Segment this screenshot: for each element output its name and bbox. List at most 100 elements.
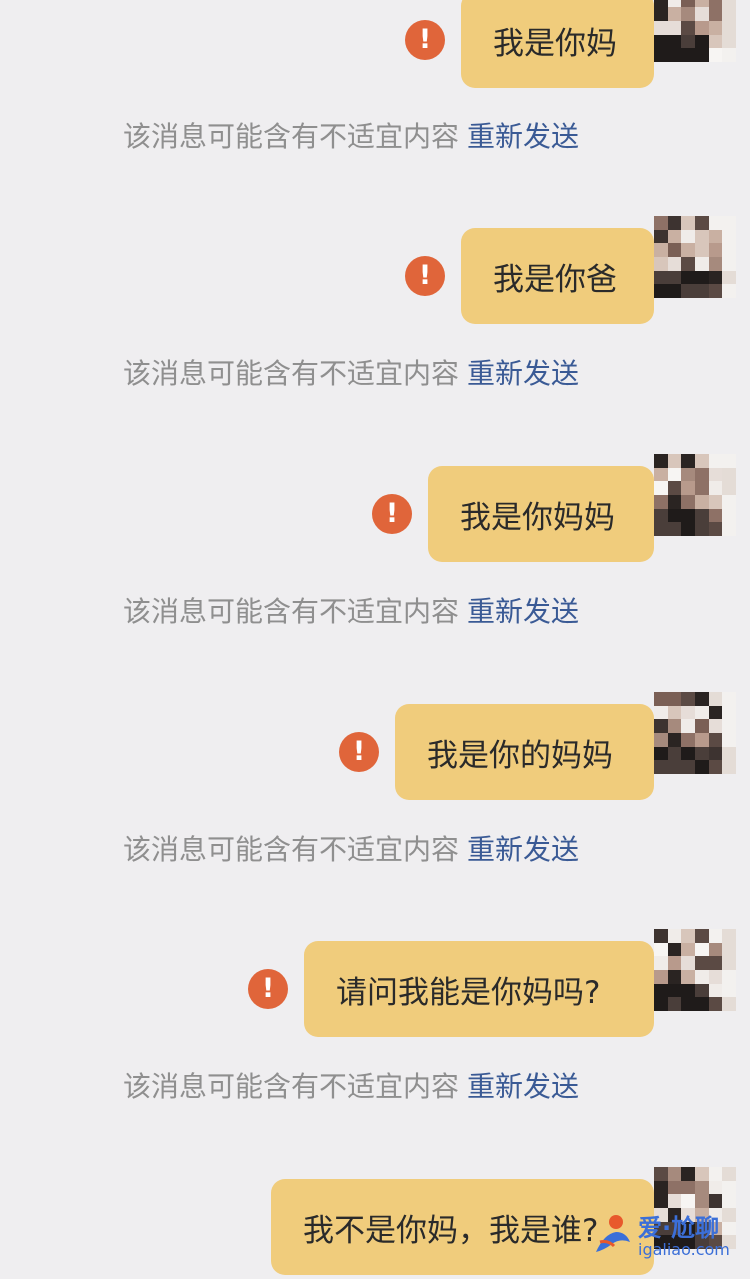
avatar-pixel xyxy=(667,21,682,35)
warning-icon[interactable]: ! xyxy=(405,20,445,60)
warning-icon[interactable]: ! xyxy=(339,732,379,772)
avatar-pixel xyxy=(681,1167,695,1181)
mascot-logo-icon xyxy=(596,1215,630,1252)
message-bubble[interactable]: 我是你妈妈 xyxy=(428,466,664,562)
avatar[interactable] xyxy=(654,0,736,62)
avatar-pixel xyxy=(681,34,695,49)
avatar-pixel xyxy=(695,1180,709,1195)
avatar-pixel xyxy=(708,929,723,943)
avatar-pixel xyxy=(667,270,682,285)
avatar-pixel xyxy=(681,719,695,733)
avatar-pixel xyxy=(722,1167,736,1181)
avatar-pixel xyxy=(654,21,668,35)
avatar-pixel xyxy=(654,0,668,8)
avatar-pixel xyxy=(654,467,668,482)
avatar-pixel xyxy=(681,243,695,257)
avatar[interactable] xyxy=(654,929,736,1011)
avatar-pixel xyxy=(708,970,723,984)
avatar-pixel xyxy=(681,467,695,482)
avatar-pixel xyxy=(667,1180,682,1195)
avatar-pixel xyxy=(681,284,695,298)
site-watermark: 爱·尬聊 igaliao.com xyxy=(590,1208,740,1268)
warning-icon[interactable]: ! xyxy=(372,494,412,534)
avatar-pixel xyxy=(654,733,668,747)
notice-text: 该消息可能含有不适宜内容 xyxy=(123,120,460,153)
avatar-pixel xyxy=(722,270,736,285)
avatar-pixel xyxy=(722,7,736,21)
avatar-pixel xyxy=(681,1194,695,1208)
avatar-pixel xyxy=(654,1180,668,1195)
avatar-pixel xyxy=(667,705,682,720)
message-bubble[interactable]: 我是你爸 xyxy=(461,228,664,324)
avatar-pixel xyxy=(722,21,736,35)
avatar-pixel xyxy=(654,508,668,523)
avatar-pixel xyxy=(708,34,723,49)
chat-message: ! 我是你妈妈 xyxy=(0,454,750,566)
avatar-pixel xyxy=(695,692,709,706)
avatar-pixel xyxy=(654,48,668,62)
avatar-pixel xyxy=(708,733,723,747)
avatar-pixel xyxy=(654,942,668,957)
avatar-pixel xyxy=(667,0,682,8)
avatar-pixel xyxy=(681,270,695,285)
chat-window: ! 我是你妈 该消息可能含有不适宜内容 重新发送 ! 我是你爸 该消息可能含有不适… xyxy=(0,0,750,1278)
avatar-pixel xyxy=(708,983,723,998)
avatar-pixel xyxy=(681,956,695,970)
resend-link[interactable]: 重新发送 xyxy=(467,595,579,628)
avatar-pixel xyxy=(722,692,736,706)
avatar-pixel xyxy=(722,746,736,761)
avatar-pixel xyxy=(667,692,682,706)
avatar-pixel xyxy=(708,1180,723,1195)
avatar-pixel xyxy=(695,1167,709,1181)
avatar[interactable] xyxy=(654,692,736,774)
avatar-pixel xyxy=(722,229,736,244)
avatar-pixel xyxy=(654,270,668,285)
message-bubble[interactable]: 我是你妈 xyxy=(461,0,664,88)
message-bubble[interactable]: 我是你的妈妈 xyxy=(395,704,664,800)
avatar-pixel xyxy=(667,970,682,984)
avatar-pixel xyxy=(695,467,709,482)
avatar-pixel xyxy=(681,733,695,747)
avatar-pixel xyxy=(695,257,709,271)
avatar-pixel xyxy=(708,508,723,523)
avatar-pixel xyxy=(708,454,723,468)
avatar-pixel xyxy=(695,229,709,244)
avatar-pixel xyxy=(681,0,695,8)
avatar[interactable] xyxy=(654,454,736,536)
message-bubble[interactable]: 请问我能是你妈吗? xyxy=(304,941,664,1037)
resend-link[interactable]: 重新发送 xyxy=(467,357,579,390)
avatar-pixel xyxy=(722,495,736,509)
avatar-pixel xyxy=(722,454,736,468)
avatar-pixel xyxy=(667,760,682,774)
avatar-pixel xyxy=(722,522,736,536)
resend-link[interactable]: 重新发送 xyxy=(467,120,579,153)
avatar-pixel xyxy=(722,1180,736,1195)
avatar-pixel xyxy=(695,929,709,943)
avatar-pixel xyxy=(667,481,682,495)
warning-icon[interactable]: ! xyxy=(405,256,445,296)
content-warning-notice: 该消息可能含有不适宜内容 重新发送 xyxy=(123,354,579,394)
avatar-pixel xyxy=(722,508,736,523)
avatar-pixel xyxy=(708,942,723,957)
avatar-pixel xyxy=(667,454,682,468)
resend-link[interactable]: 重新发送 xyxy=(467,833,579,866)
avatar-pixel xyxy=(654,454,668,468)
avatar-pixel xyxy=(722,34,736,49)
avatar-pixel xyxy=(695,454,709,468)
avatar-pixel xyxy=(722,719,736,733)
avatar[interactable] xyxy=(654,216,736,298)
avatar-pixel xyxy=(681,229,695,244)
resend-link[interactable]: 重新发送 xyxy=(467,1070,579,1103)
avatar-pixel xyxy=(722,243,736,257)
avatar-pixel xyxy=(695,733,709,747)
avatar-pixel xyxy=(681,495,695,509)
avatar-pixel xyxy=(708,7,723,21)
message-text: 我是你妈 xyxy=(493,25,617,62)
avatar-pixel xyxy=(708,467,723,482)
warning-icon[interactable]: ! xyxy=(248,969,288,1009)
avatar-pixel xyxy=(695,746,709,761)
avatar-pixel xyxy=(667,1167,682,1181)
avatar-pixel xyxy=(695,983,709,998)
avatar-pixel xyxy=(654,719,668,733)
avatar-pixel xyxy=(708,746,723,761)
